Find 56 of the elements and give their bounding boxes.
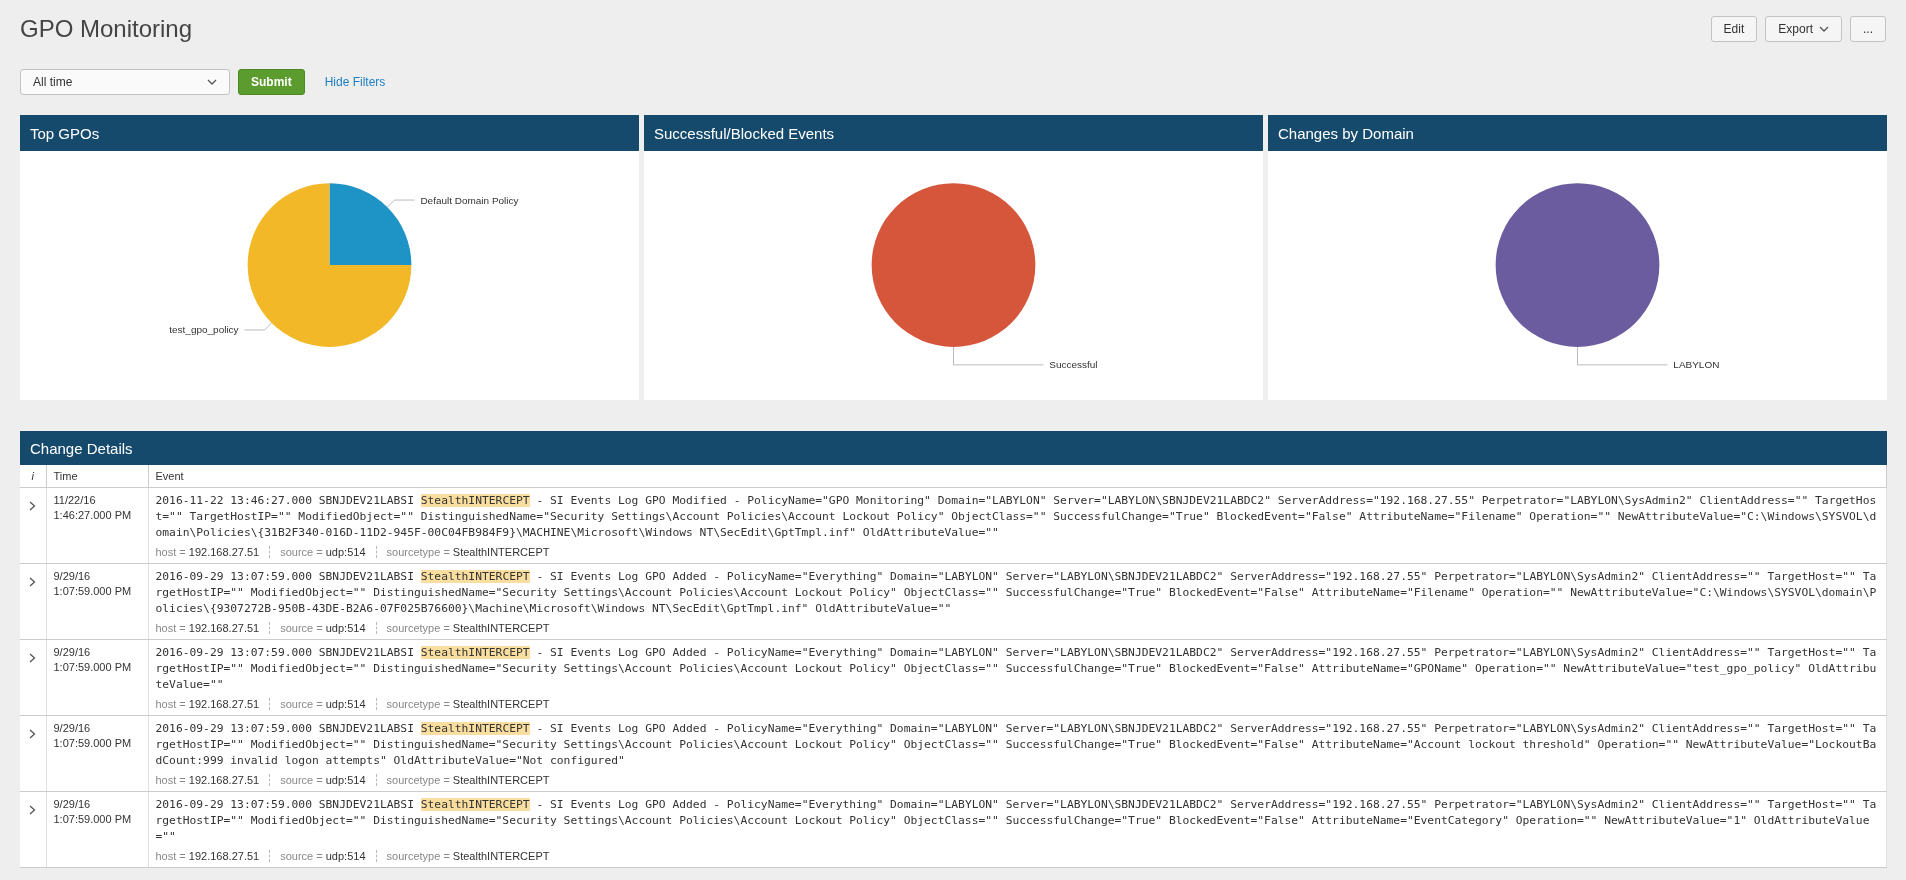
event-time: 1:07:59.000 PM	[53, 736, 133, 751]
slice-label: Default Domain Policy	[420, 194, 519, 206]
event-time: 1:07:59.000 PM	[53, 660, 133, 675]
panel-title: Changes by Domain	[1268, 115, 1887, 151]
toolbar-button[interactable]: Edit	[1710, 16, 1758, 42]
event-field[interactable]: host = 192.168.27.51	[155, 850, 270, 862]
event-date: 9/29/16	[53, 645, 92, 660]
event-field[interactable]: source = udp:514	[269, 850, 376, 862]
event-field[interactable]: sourcetype = StealthINTERCEPT	[375, 698, 560, 710]
event-field[interactable]: source = udp:514	[269, 622, 376, 634]
slice-label: test_gpo_policy	[169, 324, 239, 336]
hide-filters-link[interactable]: Hide Filters	[324, 75, 386, 89]
event-text: 2016-11-22 13:46:27.000 SBNJDEV21LABSI StealthINTERCEPT - SI Events Log GPO Modified - PolicyName="GPO Monitoring" Domain="LABYLON" Server="LABYLON\SBNJDEV21LABDC2" ServerAddress="192.168.27.55" Perpetrator="LABYLON\SysAdmin2" ClientAddress="" TargetHost="" TargetHostIP="" ModifiedObject="" DistinguishedName="Security Settings\Account Policies\Account Lockout Policy" ObjectClass="" SuccessfulChange="True" BlockedEvent="False" AttributeName="Filename" Operation="" NewAttributeValue="C:\Windows\SYSVOL\domain\Policies\{31B2F340-016D-11D2-945F-00C04FB984F9}\MACHINE\Microsoft\Windows NT\SecEdit\GptTmpl.inf" OldAttributeValue=""	[155, 493, 1878, 541]
caret-icon	[207, 79, 217, 85]
time-range-dropdown[interactable]: All time	[20, 69, 230, 95]
event-field[interactable]: host = 192.168.27.51	[155, 622, 270, 634]
event-date: 11/22/16	[53, 493, 97, 508]
column-header: i	[20, 465, 46, 488]
event-time: 1:07:59.000 PM	[53, 812, 133, 827]
event-field[interactable]: source = udp:514	[269, 546, 376, 558]
event-time: 1:07:59.000 PM	[53, 584, 133, 599]
event-field[interactable]: sourcetype = StealthINTERCEPT	[375, 850, 560, 862]
dashboard-title: GPO Monitoring	[20, 15, 193, 43]
event-field[interactable]: sourcetype = StealthINTERCEPT	[375, 774, 560, 786]
event-date: 9/29/16	[53, 569, 92, 584]
column-header: Event	[148, 465, 1887, 488]
event-field[interactable]: sourcetype = StealthINTERCEPT	[375, 546, 560, 558]
event-field[interactable]: sourcetype = StealthINTERCEPT	[375, 622, 560, 634]
event-text: 2016-09-29 13:07:59.000 SBNJDEV21LABSI StealthINTERCEPT - SI Events Log GPO Added - PolicyName="Everything" Domain="LABYLON" Server="LABYLON\SBNJDEV21LABDC2" ServerAddress="192.168.27.55" Perpetrator="LABYLON\SysAdmin2" ClientAddress="" TargetHost="" TargetHostIP="" ModifiedObject="" DistinguishedName="Security Settings\Account Policies\Account Lockout Policy" ObjectClass="" SuccessfulChange="True" BlockedEvent="False" AttributeName="GPOName" Operation="" NewAttributeValue="test_gpo_policy" OldAttributeValue=""	[155, 645, 1878, 693]
event-date: 9/29/16	[53, 721, 92, 736]
panel-title: Top GPOs	[20, 115, 639, 151]
event-field[interactable]: host = 192.168.27.51	[155, 698, 270, 710]
column-header: Time	[46, 465, 148, 488]
expand-chevron-icon[interactable]	[29, 501, 37, 511]
leader-line	[386, 199, 415, 208]
slice-label: LABYLON	[1673, 359, 1720, 371]
slice-label: Successful	[1049, 359, 1098, 371]
event-field[interactable]: host = 192.168.27.51	[155, 774, 270, 786]
panel-title: Successful/Blocked Events	[644, 115, 1263, 151]
leader-line	[244, 322, 273, 331]
event-text: 2016-09-29 13:07:59.000 SBNJDEV21LABSI StealthINTERCEPT - SI Events Log GPO Added - PolicyName="Everything" Domain="LABYLON" Server="LABYLON\SBNJDEV21LABDC2" ServerAddress="192.168.27.55" Perpetrator="LABYLON\SysAdmin2" ClientAddress="" TargetHost="" TargetHostIP="" ModifiedObject="" DistinguishedName="Security Settings\Account Policies\Account Lockout Policy" ObjectClass="" SuccessfulChange="True" BlockedEvent="False" AttributeName="EventCategory" Operation="" NewAttributeValue="1" OldAttributeValue=""	[155, 797, 1878, 845]
expand-chevron-icon[interactable]	[29, 729, 37, 739]
expand-chevron-icon[interactable]	[29, 805, 37, 815]
event-time: 1:46:27.000 PM	[53, 508, 133, 523]
expand-chevron-icon[interactable]	[29, 653, 37, 663]
event-field[interactable]: host = 192.168.27.51	[155, 546, 270, 558]
toolbar-button[interactable]: ...	[1850, 16, 1886, 42]
event-text: 2016-09-29 13:07:59.000 SBNJDEV21LABSI StealthINTERCEPT - SI Events Log GPO Added - PolicyName="Everything" Domain="LABYLON" Server="LABYLON\SBNJDEV21LABDC2" ServerAddress="192.168.27.55" Perpetrator="LABYLON\SysAdmin2" ClientAddress="" TargetHost="" TargetHostIP="" ModifiedObject="" DistinguishedName="Security Settings\Account Policies\Account Lockout Policy" ObjectClass="" SuccessfulChange="True" BlockedEvent="False" AttributeName="Filename" Operation="" NewAttributeValue="C:\Windows\SYSVOL\domain\Policies\{9307272B-950B-43DE-B2A6-07F025B76600}\Machine\Microsoft\Windows NT\SecEdit\GptTmpl.inf" OldAttributeValue=""	[155, 569, 1878, 617]
event-field[interactable]: source = udp:514	[269, 774, 376, 786]
expand-chevron-icon[interactable]	[29, 577, 37, 587]
export-button[interactable]: Export	[1765, 16, 1842, 42]
event-date: 9/29/16	[53, 797, 92, 812]
panel-title: Change Details	[20, 431, 1887, 465]
event-field[interactable]: source = udp:514	[269, 698, 376, 710]
event-text: 2016-09-29 13:07:59.000 SBNJDEV21LABSI StealthINTERCEPT - SI Events Log GPO Added - PolicyName="Everything" Domain="LABYLON" Server="LABYLON\SBNJDEV21LABDC2" ServerAddress="192.168.27.55" Perpetrator="LABYLON\SysAdmin2" ClientAddress="" TargetHost="" TargetHostIP="" ModifiedObject="" DistinguishedName="Security Settings\Account Policies\Account Lockout Policy" ObjectClass="" SuccessfulChange="True" BlockedEvent="False" AttributeName="Account lockout threshold" Operation="" NewAttributeValue="LockoutBadCount:999 invalid logon attempts" OldAttributeValue="Not configured"	[155, 721, 1878, 769]
caret-icon	[1819, 26, 1829, 32]
